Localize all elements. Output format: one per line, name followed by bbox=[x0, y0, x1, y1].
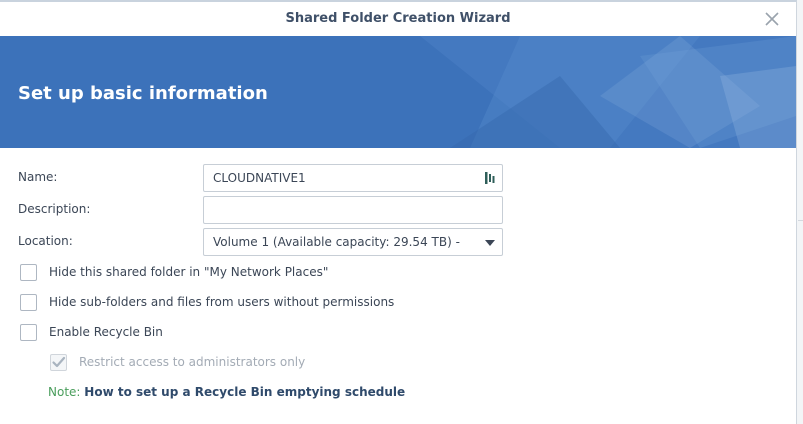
name-label: Name: bbox=[18, 170, 58, 184]
enable-recycle-bin-checkbox[interactable] bbox=[20, 323, 37, 341]
window-title: Shared Folder Creation Wizard bbox=[285, 11, 511, 26]
background-strip bbox=[797, 0, 803, 424]
restrict-admins-label: Restrict access to administrators only bbox=[79, 355, 306, 369]
enable-recycle-bin-label: Enable Recycle Bin bbox=[49, 325, 163, 339]
close-icon bbox=[765, 12, 779, 26]
note-label: Note: bbox=[48, 385, 81, 399]
description-input[interactable] bbox=[204, 197, 478, 223]
description-field[interactable] bbox=[203, 196, 503, 224]
hide-network-places-label: Hide this shared folder in "My Network P… bbox=[49, 265, 329, 279]
step-title: Set up basic information bbox=[18, 83, 268, 104]
enable-recycle-bin-option[interactable]: Enable Recycle Bin bbox=[20, 322, 163, 342]
restrict-admins-checkbox[interactable] bbox=[50, 353, 67, 371]
location-select[interactable]: Volume 1 (Available capacity: 29.54 TB) … bbox=[203, 228, 503, 256]
hide-subfolders-option[interactable]: Hide sub-folders and files from users wi… bbox=[20, 292, 394, 312]
title-bar[interactable]: Shared Folder Creation Wizard bbox=[0, 2, 796, 36]
name-input[interactable] bbox=[204, 165, 478, 191]
hide-network-places-checkbox[interactable] bbox=[20, 263, 37, 281]
hide-network-places-option[interactable]: Hide this shared folder in "My Network P… bbox=[20, 262, 328, 282]
background-divider bbox=[798, 220, 803, 221]
location-label: Location: bbox=[18, 234, 73, 248]
hide-subfolders-label: Hide sub-folders and files from users wi… bbox=[49, 295, 395, 309]
name-field[interactable] bbox=[203, 164, 503, 192]
restrict-admins-option: Restrict access to administrators only bbox=[50, 352, 305, 372]
close-button[interactable] bbox=[764, 11, 780, 27]
description-label: Description: bbox=[18, 202, 91, 216]
wizard-dialog: Shared Folder Creation Wizard Set up bas… bbox=[0, 0, 797, 424]
checkmark-icon bbox=[52, 356, 66, 367]
chevron-down-icon[interactable] bbox=[485, 240, 495, 246]
recycle-bin-note: Note: How to set up a Recycle Bin emptyi… bbox=[48, 385, 405, 399]
hide-subfolders-checkbox[interactable] bbox=[20, 293, 37, 311]
recycle-bin-schedule-link[interactable]: How to set up a Recycle Bin emptying sch… bbox=[84, 385, 405, 399]
wizard-header: Set up basic information bbox=[0, 36, 796, 148]
text-cursor-icon bbox=[485, 172, 495, 184]
location-selected-value: Volume 1 (Available capacity: 29.54 TB) … bbox=[213, 235, 460, 249]
